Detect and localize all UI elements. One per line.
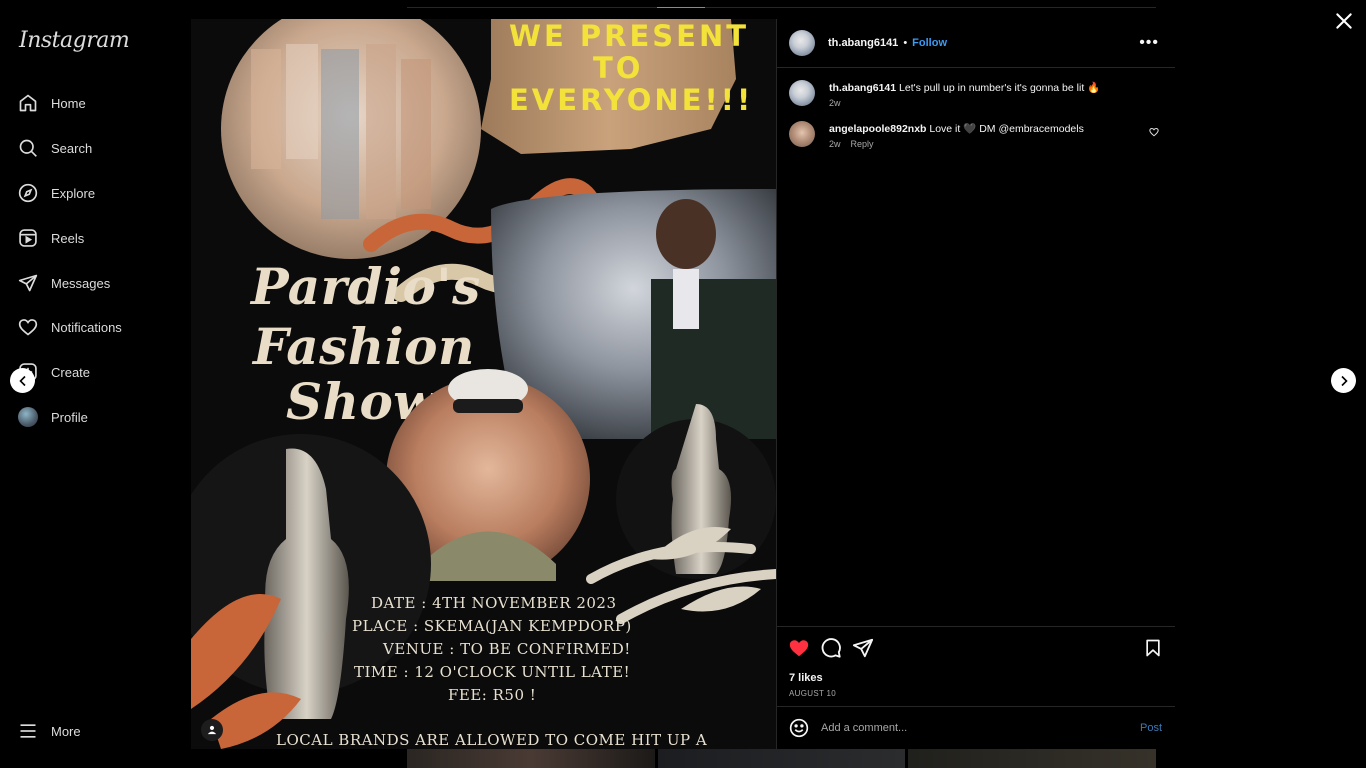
previous-post-button[interactable] [10,368,35,393]
share-icon[interactable] [852,637,874,659]
sidebar-item-label: Notifications [51,319,122,335]
poster-footer: LOCAL BRANDS ARE ALLOWED TO COME HIT UP … [276,731,708,749]
follow-button[interactable]: Follow [912,37,947,49]
sidebar-item-label: Search [51,140,93,156]
poster-headline-3: EVERYONE!!! [509,83,754,117]
author-username[interactable]: th.abang6141 [828,37,898,49]
list-item: angelapoole892nxb Love it 🖤 DM @embracem… [789,121,1163,149]
likes-count[interactable]: 7 likes [789,672,823,684]
list-item: th.abang6141 Let's pull up in number's i… [789,80,1163,108]
comment-icon[interactable] [820,637,842,659]
menu-icon [20,724,36,738]
avatar[interactable] [789,80,815,106]
like-comment-icon[interactable] [1149,127,1159,137]
user-icon [207,725,217,735]
poster-date: DATE : 4TH NOVEMBER 2023 [371,594,617,612]
poster-place: PLACE : SKEMA(JAN KEMPDORP) [352,617,632,635]
separator-dot: • [903,37,908,49]
reels-icon [19,229,37,247]
sidebar-item-search[interactable]: Search [18,134,92,162]
sidebar-item-label: Messages [51,275,111,291]
post-date[interactable]: AUGUST 10 [789,689,836,698]
avatar[interactable] [789,121,815,147]
post-actions: 7 likes AUGUST 10 [777,626,1175,706]
sidebar-item-notifications[interactable]: Notifications [18,313,122,341]
compass-icon [18,183,38,203]
tagged-users-button[interactable] [201,719,223,741]
comment-username[interactable]: angelapoole892nxb [829,123,926,135]
comment-text: Let's pull up in number's it's gonna be … [899,82,1101,94]
background-post-grid [407,749,1157,768]
poster-venue: VENUE : TO BE CONFIRMED! [383,640,631,658]
instagram-logo[interactable]: Instagram [19,28,130,53]
sidebar-item-label: Explore [51,185,96,201]
next-post-button[interactable] [1331,368,1356,393]
svg-text:Fashion: Fashion [251,317,475,376]
comment-time[interactable]: 2w [829,98,841,108]
sidebar-item-label: Profile [51,409,88,425]
sidebar-item-messages[interactable]: Messages [18,269,110,297]
sidebar-item-label: Home [51,95,86,111]
reply-button[interactable]: Reply [851,139,874,149]
sidebar-item-label: Reels [51,230,85,246]
heart-icon [18,319,38,336]
sidebar-more-label: More [51,723,81,739]
poster-headline-2: TO [593,51,644,85]
home-icon [19,94,37,112]
search-icon [19,139,37,157]
svg-text:Pardio's: Pardio's [249,257,481,316]
sidebar-more[interactable]: More [18,717,81,745]
sidebar-item-home[interactable]: Home [18,89,86,117]
post-panel: th.abang6141 • Follow ••• th.abang6141 L… [776,19,1175,749]
chevron-left-icon [18,375,26,386]
poster-time: TIME : 12 O'CLOCK UNTIL LATE! [354,663,631,681]
poster-fee: FEE: R50 ! [448,686,537,704]
send-icon [18,274,38,292]
add-comment-bar: Post [777,706,1175,749]
more-options-icon[interactable]: ••• [1139,34,1159,52]
emoji-icon[interactable] [789,718,809,738]
chevron-right-icon [1340,375,1348,386]
sidebar-item-profile[interactable]: Profile [18,403,88,431]
avatar[interactable] [789,30,815,56]
sidebar-item-reels[interactable]: Reels [18,224,84,252]
comments-list: th.abang6141 Let's pull up in number's i… [777,68,1175,149]
post-comment-button[interactable]: Post [1140,722,1162,734]
background-tab-bar [407,0,1156,8]
comment-text: Love it 🖤 DM @embracemodels [929,123,1084,135]
like-icon[interactable] [788,637,810,659]
poster-headline-1: WE PRESENT [509,19,750,53]
post-header: th.abang6141 • Follow ••• [777,19,1175,68]
close-icon[interactable] [1334,11,1354,31]
avatar [18,407,38,427]
comment-time[interactable]: 2w [829,139,841,149]
comment-input[interactable] [821,722,1121,734]
comment-username[interactable]: th.abang6141 [829,82,896,94]
post-image[interactable]: Pardio's Fashion Show WE PRESENT TO EVER… [191,19,776,749]
sidebar-item-label: Create [51,364,91,380]
bookmark-icon[interactable] [1143,638,1163,658]
sidebar-item-explore[interactable]: Explore [18,179,95,207]
